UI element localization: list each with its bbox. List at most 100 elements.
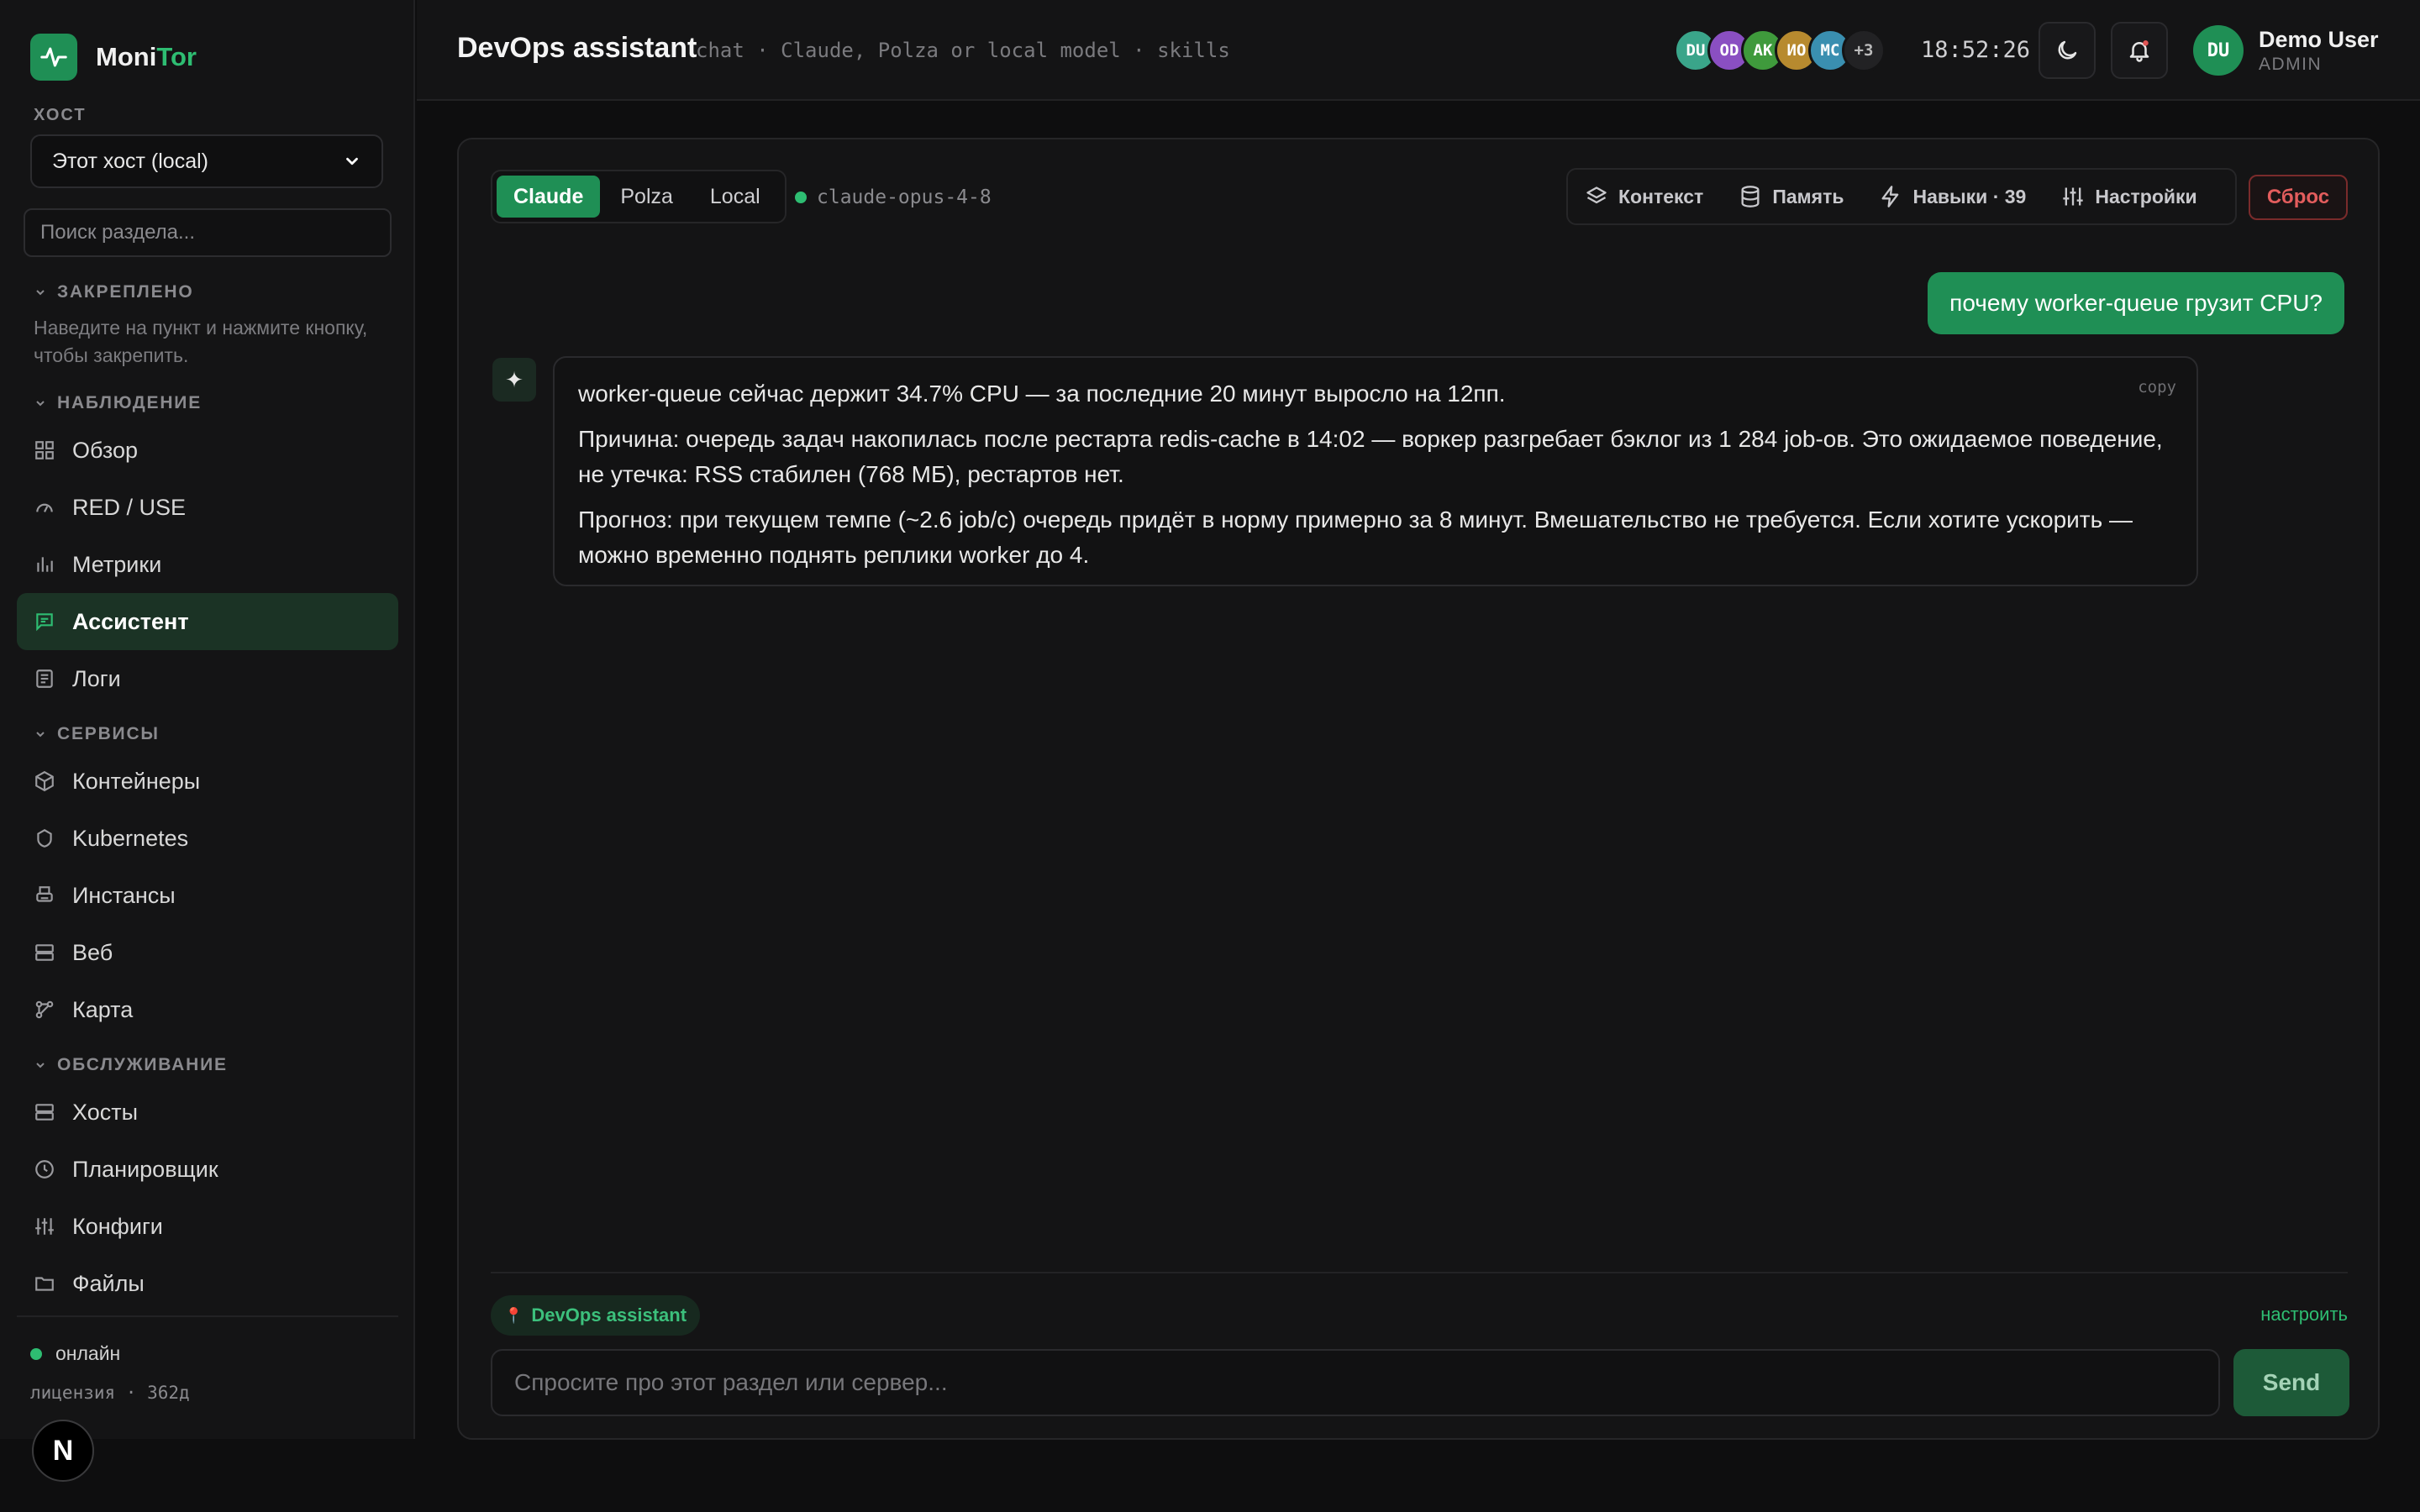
sidebar-item-red-use[interactable]: RED / USE	[17, 479, 398, 536]
chat-icon	[36, 613, 53, 632]
tab-polza[interactable]: Polza	[603, 176, 690, 218]
status-dot	[30, 1347, 42, 1360]
online-users[interactable]: DU OD AK ИО MC +3	[1674, 29, 1886, 72]
model-indicator: claude-opus-4-8	[795, 186, 992, 208]
chevron-down-icon	[346, 157, 358, 165]
chevron-down-icon	[36, 732, 45, 738]
sidebar-item-kubernetes[interactable]: Kubernetes	[17, 810, 398, 867]
layers-icon	[1586, 186, 1607, 204]
user-menu[interactable]: DU Demo User ADMIN	[2193, 25, 2379, 76]
user-name: Demo User	[2259, 26, 2379, 52]
notifications-button[interactable]	[2111, 22, 2168, 79]
section-observe-toggle[interactable]: НАБЛЮДЕНИЕ	[0, 388, 415, 418]
provider-tabs: Claude Polza Local	[491, 170, 786, 223]
sidebar-item-files[interactable]: Файлы	[17, 1255, 398, 1312]
dev-tools-badge[interactable]: N	[32, 1420, 94, 1482]
copy-button[interactable]: copy	[2138, 370, 2176, 405]
configure-link[interactable]: настроить	[2260, 1304, 2348, 1326]
assistant-message: copy worker-queue сейчас держит 34.7% CP…	[553, 356, 2198, 586]
chat-input[interactable]	[491, 1349, 2220, 1416]
network-icon	[35, 1000, 54, 1019]
model-name: claude-opus-4-8	[817, 186, 992, 208]
sidebar-item-label: Инстансы	[72, 882, 176, 908]
sidebar-item-label: Планировщик	[72, 1156, 218, 1182]
list-icon	[36, 669, 53, 688]
folder-icon	[35, 1277, 54, 1291]
sidebar-item-label: Хосты	[72, 1099, 138, 1125]
sliders-icon	[35, 1218, 54, 1235]
section-search-input[interactable]: Поиск раздела...	[24, 208, 392, 257]
assistant-paragraph: Прогноз: при текущем темпе (~2.6 job/с) …	[578, 507, 2133, 568]
sidebar-footer: онлайн лицензия · 362д	[17, 1315, 398, 1403]
host-select[interactable]: Этот хост (local)	[30, 134, 383, 188]
status-text: онлайн	[55, 1342, 121, 1364]
sidebar-item-label: Ассистент	[72, 608, 189, 634]
sidebar-item-scheduler[interactable]: Планировщик	[17, 1141, 398, 1198]
server-icon	[35, 1104, 54, 1121]
box-icon	[35, 770, 54, 792]
chat-toolbar: Контекст Память Навыки · 39 Настройки	[1566, 168, 2237, 225]
sidebar-item-label: RED / USE	[72, 494, 187, 520]
settings-button-label: Настройки	[2095, 185, 2197, 207]
bell-icon	[2129, 40, 2149, 62]
sidebar-nav: ЗАКРЕПЛЕНО Наведите на пункт и нажмите к…	[0, 277, 415, 1312]
skills-button-label: Навыки · 39	[1912, 185, 2027, 207]
settings-button[interactable]: Настройки	[2061, 185, 2197, 208]
memory-button[interactable]: Память	[1739, 185, 1844, 208]
context-button[interactable]: Контекст	[1585, 185, 1703, 208]
sidebar-item-instances[interactable]: Инстансы	[17, 867, 398, 924]
server-icon	[35, 944, 54, 961]
sidebar-item-web[interactable]: Веб	[17, 924, 398, 981]
sidebar-item-label: Файлы	[72, 1270, 145, 1296]
clock-icon	[35, 1160, 54, 1179]
app-root: MoniTor ХОСТ Этот хост (local) Поиск раз…	[0, 0, 2420, 1512]
section-maint-toggle[interactable]: ОБСЛУЖИВАНИЕ	[0, 1050, 415, 1080]
section-services-toggle[interactable]: СЕРВИСЫ	[0, 719, 415, 749]
bolt-icon	[1881, 186, 1899, 207]
sidebar-item-label: Логи	[72, 665, 121, 691]
grid-icon	[35, 441, 54, 459]
sidebar-item-hosts[interactable]: Хосты	[17, 1084, 398, 1141]
host-label: ХОСТ	[34, 106, 87, 124]
section-pinned-toggle[interactable]: ЗАКРЕПЛЕНО	[0, 277, 415, 307]
send-button[interactable]: Send	[2233, 1349, 2349, 1416]
top-header: DevOps assistant chat · Claude, Polza or…	[417, 0, 2420, 101]
section-pinned-title: ЗАКРЕПЛЕНО	[57, 282, 194, 302]
pinned-hint: Наведите на пункт и нажмите кнопку, чтоб…	[34, 317, 368, 366]
database-icon	[1741, 186, 1760, 207]
sidebar-item-configs[interactable]: Конфиги	[17, 1198, 398, 1255]
assistant-paragraph: Причина: очередь задач накопилась после …	[578, 426, 2163, 487]
context-chip-label: DevOps assistant	[531, 1305, 687, 1326]
section-services-title: СЕРВИСЫ	[57, 724, 160, 743]
avatars-more[interactable]: +3	[1842, 29, 1886, 72]
sidebar-item-logs[interactable]: Логи	[17, 650, 398, 707]
sidebar-item-assistant[interactable]: Ассистент	[17, 593, 398, 650]
sidebar-item-containers[interactable]: Контейнеры	[17, 753, 398, 810]
sidebar-item-map[interactable]: Карта	[17, 981, 398, 1038]
tab-claude[interactable]: Claude	[497, 176, 601, 218]
context-button-label: Контекст	[1618, 185, 1704, 207]
reset-button[interactable]: Сброс	[2249, 175, 2348, 220]
sidebar-item-label: Kubernetes	[72, 825, 189, 851]
sidebar-item-label: Карта	[72, 996, 134, 1022]
section-maint-title: ОБСЛУЖИВАНИЕ	[57, 1055, 228, 1074]
gauge-icon	[36, 503, 53, 512]
brand[interactable]: MoniTor	[30, 34, 197, 81]
sidebar-item-label: Конфиги	[72, 1213, 163, 1239]
tab-local[interactable]: Local	[693, 176, 777, 218]
sidebar-item-metrics[interactable]: Метрики	[17, 536, 398, 593]
composer-divider	[491, 1272, 2348, 1273]
theme-toggle-button[interactable]	[2039, 22, 2096, 79]
sidebar: MoniTor ХОСТ Этот хост (local) Поиск раз…	[0, 0, 415, 1439]
model-status-dot	[795, 192, 807, 203]
context-chip[interactable]: 📍 DevOps assistant	[491, 1295, 701, 1336]
sidebar-item-overview[interactable]: Обзор	[17, 422, 398, 479]
page-title: DevOps assistant	[457, 32, 697, 64]
user-message: почему worker-queue грузит CPU?	[1928, 272, 2344, 334]
printer-icon	[36, 886, 53, 902]
chevron-down-icon	[36, 1063, 45, 1068]
skills-button[interactable]: Навыки · 39	[1879, 185, 2026, 208]
sidebar-item-label: Веб	[72, 939, 113, 965]
pulse-icon	[30, 34, 77, 81]
chevron-down-icon	[36, 401, 45, 407]
